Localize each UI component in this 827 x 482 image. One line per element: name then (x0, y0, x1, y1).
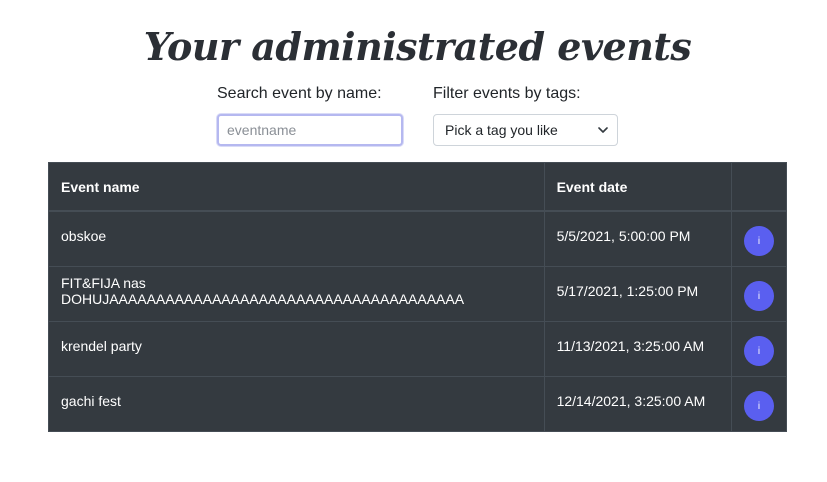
tags-label: Filter events by tags: (433, 85, 581, 102)
event-action-cell: i (730, 321, 788, 377)
event-name-cell: FIT&FIJA nas DOHUJAAAAAAAAAAAAAAAAAAAAAA… (48, 266, 545, 322)
page-title: Your administrated events (143, 24, 692, 69)
info-button[interactable]: i (743, 226, 774, 256)
info-button[interactable]: i (743, 281, 774, 311)
event-date: 5/17/2021, 1:25:00 PM (556, 283, 699, 299)
info-button[interactable]: i (743, 391, 774, 421)
event-name: gachi fest (61, 393, 121, 409)
event-name: krendel party (61, 338, 142, 354)
table-row: gachi fest 12/14/2021, 3:25:00 AM i (48, 376, 788, 432)
event-date-cell: 11/13/2021, 3:25:00 AM (543, 321, 732, 377)
event-name-cell: krendel party (48, 321, 545, 377)
events-table: Event name Event date obskoe 5/5/2021, 5… (48, 162, 788, 432)
table-header-row: Event name Event date (48, 162, 788, 212)
event-date: 5/5/2021, 5:00:00 PM (556, 228, 691, 244)
table-row: krendel party 11/13/2021, 3:25:00 AM i (48, 321, 788, 377)
event-date: 12/14/2021, 3:25:00 AM (556, 393, 706, 409)
search-filter-group: Search event by name: (217, 84, 403, 146)
search-input[interactable] (217, 114, 403, 146)
table-row: obskoe 5/5/2021, 5:00:00 PM i (48, 210, 788, 267)
search-label: Search event by name: (217, 85, 382, 102)
event-name: obskoe (61, 228, 107, 244)
event-date-cell: 5/5/2021, 5:00:00 PM (543, 210, 732, 267)
event-action-cell: i (730, 210, 788, 267)
column-header-event-date: Event date (543, 162, 732, 212)
event-date-cell: 12/14/2021, 3:25:00 AM (543, 376, 732, 432)
event-name-cell: obskoe (48, 210, 545, 267)
info-button[interactable]: i (743, 336, 774, 366)
event-name-cell: gachi fest (48, 376, 545, 432)
tags-filter-group: Filter events by tags: Pick a tag you li… (433, 84, 618, 146)
column-header-event-name: Event name (48, 162, 545, 212)
column-header-actions (730, 162, 788, 212)
table-row: FIT&FIJA nas DOHUJAAAAAAAAAAAAAAAAAAAAAA… (48, 266, 788, 322)
tag-select-value: Pick a tag you like (445, 122, 558, 138)
tag-select[interactable]: Pick a tag you like (433, 114, 618, 146)
chevron-down-icon (598, 127, 608, 133)
event-name: FIT&FIJA nas DOHUJAAAAAAAAAAAAAAAAAAAAAA… (61, 275, 465, 307)
event-action-cell: i (730, 266, 788, 322)
event-date-cell: 5/17/2021, 1:25:00 PM (543, 266, 732, 322)
event-action-cell: i (730, 376, 788, 432)
event-date: 11/13/2021, 3:25:00 AM (556, 338, 705, 354)
